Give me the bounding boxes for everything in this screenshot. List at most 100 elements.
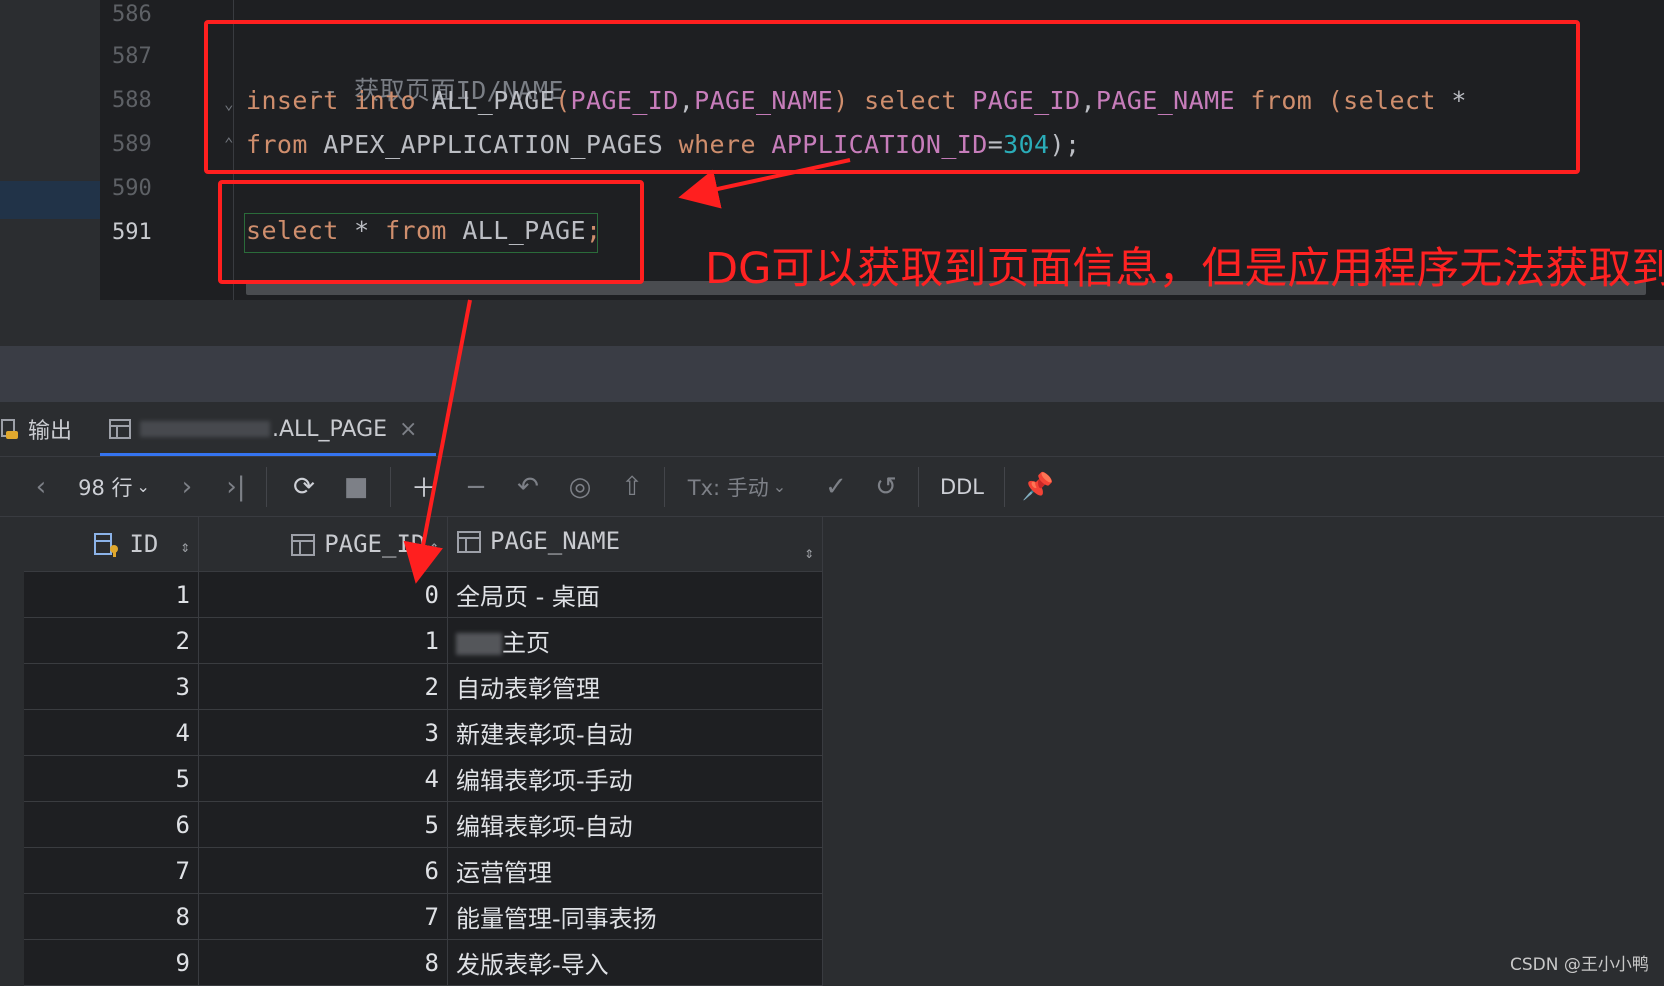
column-icon bbox=[291, 534, 316, 556]
transaction-mode-dropdown[interactable]: Tx: 手动 ⌄ bbox=[680, 457, 794, 516]
cell-page-name[interactable]: 全局页 - 桌面 bbox=[447, 571, 823, 618]
rows-count-dropdown[interactable]: 98 行 ⌄ bbox=[70, 457, 158, 516]
sort-icon[interactable]: ⇕ bbox=[804, 543, 814, 562]
output-icon bbox=[1, 419, 18, 439]
submit-icon[interactable]: ⇧ bbox=[612, 457, 652, 516]
line-number: 586 bbox=[112, 2, 152, 27]
cell-page-name[interactable]: 运营管理 bbox=[447, 847, 823, 894]
table-row[interactable]: 3 2 自动表彰管理 bbox=[24, 663, 823, 710]
table-row[interactable]: 1 0 全局页 - 桌面 bbox=[24, 571, 823, 618]
line-number: 589 bbox=[112, 132, 152, 157]
tab-all-page[interactable]: .ALL_PAGE × bbox=[100, 402, 436, 456]
cell-page-name[interactable]: 编辑表彰项-手动 bbox=[447, 755, 823, 802]
cell-page-id[interactable]: 0 bbox=[198, 571, 448, 618]
toolbar-separator bbox=[664, 467, 665, 507]
table-row[interactable]: 9 8 发版表彰-导入 bbox=[24, 939, 823, 986]
column-header-page-name[interactable]: PAGE_NAME ⇕ bbox=[447, 517, 823, 572]
redacted-text bbox=[456, 633, 502, 655]
primary-key-column-icon bbox=[94, 533, 119, 557]
current-line-marker bbox=[0, 181, 100, 219]
add-row-icon[interactable]: ＋ bbox=[404, 457, 444, 516]
cell-id[interactable]: 5 bbox=[24, 755, 199, 802]
toolbar-separator bbox=[266, 467, 267, 507]
cell-page-id[interactable]: 7 bbox=[198, 893, 448, 940]
rollback-icon[interactable]: ↺ bbox=[866, 457, 906, 516]
cell-page-id[interactable]: 6 bbox=[198, 847, 448, 894]
tab-all-page-label: .ALL_PAGE bbox=[272, 416, 388, 442]
commit-icon[interactable]: ✓ bbox=[816, 457, 856, 516]
cell-id[interactable]: 4 bbox=[24, 709, 199, 756]
table-row[interactable]: 8 7 能量管理-同事表扬 bbox=[24, 893, 823, 940]
column-header-label: ID bbox=[129, 530, 159, 558]
rows-count-label: 98 行 bbox=[78, 475, 133, 500]
annotation-box-select bbox=[218, 180, 644, 284]
watermark: CSDN @王小小鸭 bbox=[1510, 955, 1649, 975]
cell-id[interactable]: 9 bbox=[24, 939, 199, 986]
cell-page-id[interactable]: 2 bbox=[198, 663, 448, 710]
chevron-left-icon[interactable]: ‹ bbox=[24, 457, 58, 516]
cell-id[interactable]: 3 bbox=[24, 663, 199, 710]
chevron-down-icon: ⌄ bbox=[136, 477, 150, 496]
sql-editor[interactable]: 586 587 588 589 590 591 ⌄ ⌃ -- 获取页面ID/NA… bbox=[0, 0, 1664, 346]
column-header-label: PAGE_NAME bbox=[490, 526, 621, 555]
line-number: 587 bbox=[112, 44, 152, 69]
sort-icon[interactable]: ⇕ bbox=[429, 537, 439, 556]
cell-id[interactable]: 2 bbox=[24, 617, 199, 664]
cell-id[interactable]: 8 bbox=[24, 893, 199, 940]
tx-mode-label: Tx: 手动 bbox=[687, 475, 769, 500]
column-header-label: PAGE_ID bbox=[324, 530, 426, 558]
chevron-down-icon: ⌄ bbox=[772, 477, 787, 496]
preview-icon[interactable]: ◎ bbox=[560, 457, 600, 516]
cell-page-id[interactable]: 5 bbox=[198, 801, 448, 848]
toolbar-separator bbox=[1004, 467, 1005, 507]
revert-icon[interactable]: ↶ bbox=[508, 457, 548, 516]
refresh-icon[interactable]: ⟳ bbox=[284, 457, 324, 516]
line-number-current: 591 bbox=[112, 220, 152, 245]
editor-left-gutter bbox=[0, 0, 100, 346]
cell-id[interactable]: 1 bbox=[24, 571, 199, 618]
cell-page-name[interactable]: 自动表彰管理 bbox=[447, 663, 823, 710]
cell-page-id[interactable]: 8 bbox=[198, 939, 448, 986]
result-toolbar: ‹ 98 行 ⌄ › ›| ⟳ ■ ＋ − ↶ ◎ ⇧ Tx: 手动 ⌄ ✓ ↺ D… bbox=[0, 457, 1664, 517]
tab-output-label: 输出 bbox=[28, 419, 73, 444]
table-row[interactable]: 2 1 主页 bbox=[24, 617, 823, 664]
editor-bottom-pad bbox=[100, 300, 1664, 346]
column-header-page-id[interactable]: PAGE_ID ⇕ bbox=[198, 517, 448, 572]
pin-icon[interactable]: 📌 bbox=[1018, 457, 1058, 516]
cell-page-name[interactable]: 能量管理-同事表扬 bbox=[447, 893, 823, 940]
cell-page-name[interactable]: 主页 bbox=[447, 617, 823, 664]
cell-page-name[interactable]: 编辑表彰项-自动 bbox=[447, 801, 823, 848]
result-table: ID ⇕ PAGE_ID ⇕ PAGE_NAME ⇕ 1 0 全局页 - 桌面 2 1 主页 … bbox=[24, 517, 823, 986]
cell-page-name[interactable]: 新建表彰项-自动 bbox=[447, 709, 823, 756]
table-header-row: ID ⇕ PAGE_ID ⇕ PAGE_NAME ⇕ bbox=[24, 517, 823, 572]
ddl-button[interactable]: DDL bbox=[934, 457, 990, 516]
table-row[interactable]: 5 4 编辑表彰项-手动 bbox=[24, 755, 823, 802]
table-row[interactable]: 4 3 新建表彰项-自动 bbox=[24, 709, 823, 756]
close-icon[interactable]: × bbox=[399, 417, 417, 442]
delete-row-icon[interactable]: − bbox=[456, 457, 496, 516]
line-number: 588 bbox=[112, 88, 152, 113]
tab-output[interactable]: 输出 bbox=[0, 402, 76, 456]
cell-page-name[interactable]: 发版表彰-导入 bbox=[447, 939, 823, 986]
column-icon bbox=[457, 530, 481, 553]
cell-id[interactable]: 6 bbox=[24, 801, 199, 848]
table-row[interactable]: 6 5 编辑表彰项-自动 bbox=[24, 801, 823, 848]
cell-page-id[interactable]: 1 bbox=[198, 617, 448, 664]
cell-page-name-text: 主页 bbox=[502, 629, 550, 657]
stop-icon[interactable]: ■ bbox=[336, 457, 376, 516]
annotation-text: DG可以获取到页面信息，但是应用程序无法获取到 bbox=[705, 244, 1664, 294]
table-icon bbox=[109, 419, 131, 439]
panel-splitter[interactable] bbox=[0, 346, 1664, 402]
toolbar-separator bbox=[390, 467, 391, 507]
cell-page-id[interactable]: 3 bbox=[198, 709, 448, 756]
cell-id[interactable]: 7 bbox=[24, 847, 199, 894]
column-header-id[interactable]: ID ⇕ bbox=[24, 517, 199, 572]
last-page-icon[interactable]: ›| bbox=[216, 457, 256, 516]
cell-page-id[interactable]: 4 bbox=[198, 755, 448, 802]
chevron-right-icon[interactable]: › bbox=[170, 457, 204, 516]
result-grid[interactable]: ID ⇕ PAGE_ID ⇕ PAGE_NAME ⇕ 1 0 全局页 - 桌面 2 1 主页 … bbox=[0, 517, 1664, 986]
table-row[interactable]: 7 6 运营管理 bbox=[24, 847, 823, 894]
toolbar-separator bbox=[918, 467, 919, 507]
annotation-box-insert bbox=[204, 20, 1580, 174]
sort-icon[interactable]: ⇕ bbox=[180, 537, 190, 556]
